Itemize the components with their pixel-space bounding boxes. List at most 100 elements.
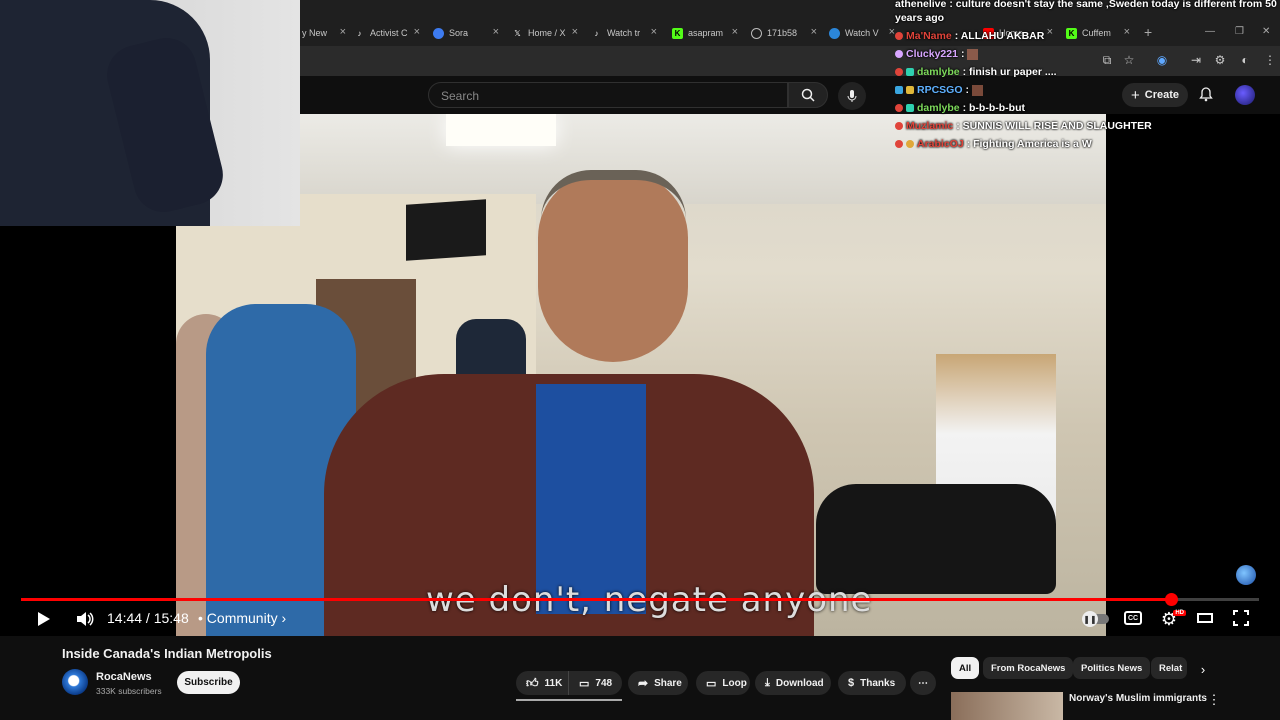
x-icon: 𝕏 (514, 28, 521, 38)
video-title: Inside Canada's Indian Metropolis (62, 646, 272, 661)
close-tab-icon[interactable]: × (414, 26, 420, 38)
new-tab-icon[interactable]: + (1144, 24, 1152, 40)
share-button[interactable]: ➦ Share (628, 671, 688, 695)
browser-tab[interactable]: Watch V × (829, 22, 895, 44)
channel-name[interactable]: RocaNews (96, 671, 152, 683)
seek-bar[interactable] (21, 593, 1259, 606)
settings-button[interactable]: ⚙ HD (1158, 608, 1186, 630)
chat-message: RPCSGO: (895, 84, 984, 96)
scene-tv (406, 199, 486, 261)
close-tab-icon[interactable]: × (572, 26, 578, 38)
download-button[interactable]: ⤓ Download (755, 671, 831, 695)
browser-tab[interactable]: ♪ Watch tr × (591, 22, 658, 44)
theater-mode-button[interactable] (1196, 611, 1214, 625)
download-icon: ⤓ (765, 676, 770, 689)
autoplay-toggle[interactable]: ❚❚ (1082, 611, 1110, 627)
browser-tab[interactable]: y New × (302, 22, 346, 44)
mute-button[interactable] (74, 608, 96, 630)
kick-icon: K (672, 27, 683, 39)
audio-extension-icon[interactable]: ◉ (1154, 53, 1170, 67)
browser-tab[interactable]: K Cuffem × (1066, 22, 1130, 44)
browser-tab[interactable]: 𝕏 Home / X × (512, 22, 578, 44)
chat-message: ArabicOJ: Fighting America is a W (895, 138, 1092, 150)
browser-tab[interactable]: ♪ Activist C × (354, 22, 421, 44)
kick-icon: K (1066, 27, 1077, 39)
extensions-icon[interactable]: ⚙ (1212, 53, 1228, 67)
browser-tab[interactable]: 171b58 × (751, 22, 817, 44)
subscriber-count: 333K subscribers (96, 686, 162, 696)
close-tab-icon[interactable]: × (493, 26, 499, 38)
scene-bags (816, 484, 1056, 594)
install-app-icon[interactable]: ⧉ (1099, 53, 1115, 68)
close-tab-icon[interactable]: × (811, 26, 817, 38)
thanks-button[interactable]: $ Thanks (838, 671, 906, 695)
like-button[interactable]: 👍︎ 11K (516, 671, 568, 695)
minimize-icon[interactable]: — (1205, 26, 1215, 37)
more-vertical-icon[interactable]: ⋮ (1208, 692, 1221, 708)
captions-button[interactable]: CC (1124, 611, 1142, 625)
bell-icon (1199, 87, 1213, 102)
share-icon: ➦ (638, 676, 649, 690)
cast-icon[interactable]: ⇥ (1188, 53, 1204, 67)
profile-icon[interactable]: ◐ (1237, 53, 1253, 67)
chip-from-channel[interactable]: From RocaNews (983, 657, 1074, 679)
tiktok-icon: ♪ (357, 28, 362, 38)
chat-message: Muzlamic: SUNNIS WILL RISE AND SLAUGHTER (895, 120, 1152, 132)
tiktok-icon: ♪ (594, 28, 599, 38)
subscribe-button[interactable]: Subscribe (177, 671, 240, 694)
chat-badge-icon (906, 86, 914, 94)
chat-badge-icon (906, 140, 914, 148)
close-window-icon[interactable]: ✕ (1262, 26, 1270, 37)
scene-light (446, 114, 556, 146)
browser-tab[interactable]: Kasapram × (672, 22, 738, 44)
bookmark-star-icon[interactable]: ☆ (1121, 53, 1137, 67)
seek-bar-scrubber[interactable] (1165, 593, 1179, 606)
restore-icon[interactable]: ❐ (1235, 26, 1244, 37)
account-avatar[interactable] (1235, 85, 1255, 105)
browser-tab[interactable]: Sora × (433, 22, 499, 44)
search-icon (801, 88, 815, 102)
play-button[interactable] (34, 608, 54, 630)
chat-message: damlybe: finish ur paper .... (895, 66, 1057, 78)
fullscreen-icon (1233, 610, 1249, 626)
menu-icon[interactable]: ⋮ (1262, 53, 1278, 67)
chat-badge-icon (895, 140, 903, 148)
close-tab-icon[interactable]: × (340, 26, 346, 38)
chip-all[interactable]: All (951, 657, 980, 679)
search-button[interactable] (788, 82, 828, 108)
notifications-button[interactable] (1198, 86, 1214, 107)
channel-avatar[interactable] (62, 669, 88, 695)
close-tab-icon[interactable]: × (651, 26, 657, 38)
chat-badge-icon (906, 68, 914, 76)
video-frame[interactable] (176, 114, 1106, 636)
play-icon (829, 27, 840, 39)
pause-icon: ❚❚ (1082, 611, 1098, 627)
close-tab-icon[interactable]: × (1124, 26, 1130, 38)
hd-badge: HD (1173, 610, 1186, 616)
comments-button[interactable]: ▭ 748 (568, 671, 622, 695)
webcam-overlay (0, 0, 300, 226)
chat-message: damlybe: b-b-b-b-but (895, 102, 1025, 114)
chat-badge-icon (895, 104, 903, 112)
chat-badge-icon (895, 122, 903, 130)
close-tab-icon[interactable]: × (1047, 26, 1053, 38)
more-actions-button[interactable]: ⋯ (910, 671, 936, 695)
chapter-button[interactable]: • Community › (198, 610, 286, 626)
chip-related[interactable]: Relat (1151, 657, 1187, 679)
fullscreen-button[interactable] (1232, 609, 1250, 627)
chip-politics-news[interactable]: Politics News (1073, 657, 1151, 679)
recommended-title[interactable]: Norway's Muslim immigrants (1069, 693, 1207, 704)
chevron-right-icon[interactable]: › (1196, 660, 1210, 678)
voice-search-button[interactable] (838, 82, 866, 110)
create-button[interactable]: + Create (1122, 83, 1188, 107)
time-display: 14:44 / 15:48 (107, 610, 189, 626)
search-input[interactable]: Search (428, 82, 788, 108)
channel-watermark-icon[interactable] (1236, 565, 1256, 585)
globe-icon (751, 27, 762, 39)
seek-bar-played (21, 598, 1172, 601)
close-tab-icon[interactable]: × (732, 26, 738, 38)
recommended-thumbnail[interactable] (951, 692, 1063, 720)
loop-button[interactable]: ▭ Loop (696, 671, 750, 695)
autoplay-toggle-track: ❚❚ (1082, 611, 1109, 627)
chat-badge-icon (895, 86, 903, 94)
